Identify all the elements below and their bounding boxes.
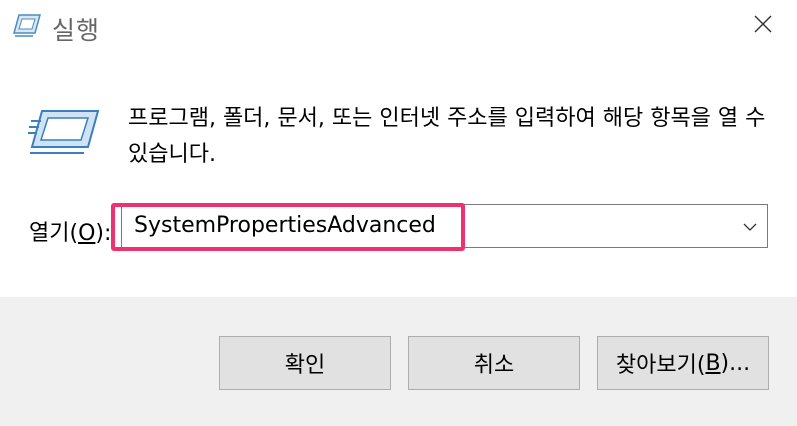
browse-label-accesskey: B xyxy=(705,350,721,376)
window-title: 실행 xyxy=(52,16,101,45)
close-button[interactable] xyxy=(740,4,786,48)
browse-label-prefix: 찾아보기( xyxy=(615,353,706,378)
dialog-content: 프로그램, 폴더, 문서, 또는 인터넷 주소를 입력하여 해당 항목을 열 수… xyxy=(0,55,797,297)
run-app-icon xyxy=(13,13,41,37)
button-bar: 확인 취소 찾아보기(B)... xyxy=(0,297,797,426)
run-icon xyxy=(28,107,100,155)
instruction-text: 프로그램, 폴더, 문서, 또는 인터넷 주소를 입력하여 해당 항목을 열 수… xyxy=(128,106,766,167)
run-dialog: 실행 프로그램, 폴더, 문서, 또는 인터넷 주소를 입력하여 해당 항목을 … xyxy=(0,0,797,426)
open-input[interactable]: SystemPropertiesAdvanced xyxy=(134,205,436,247)
cancel-button[interactable]: 취소 xyxy=(408,336,580,390)
dropdown-button[interactable] xyxy=(733,205,767,247)
open-label-prefix: 열기( xyxy=(29,221,79,246)
title-bar[interactable]: 실행 xyxy=(0,0,797,55)
browse-button[interactable]: 찾아보기(B)... xyxy=(597,336,769,390)
open-combobox[interactable]: SystemPropertiesAdvanced xyxy=(121,204,768,248)
open-label-accesskey: O xyxy=(78,221,96,246)
close-icon xyxy=(753,14,773,38)
browse-label-suffix: )... xyxy=(720,350,751,376)
open-label-suffix: ): xyxy=(95,221,112,246)
chevron-down-icon xyxy=(743,217,757,236)
open-label: 열기(O): xyxy=(29,215,111,247)
ok-button[interactable]: 확인 xyxy=(219,336,391,390)
